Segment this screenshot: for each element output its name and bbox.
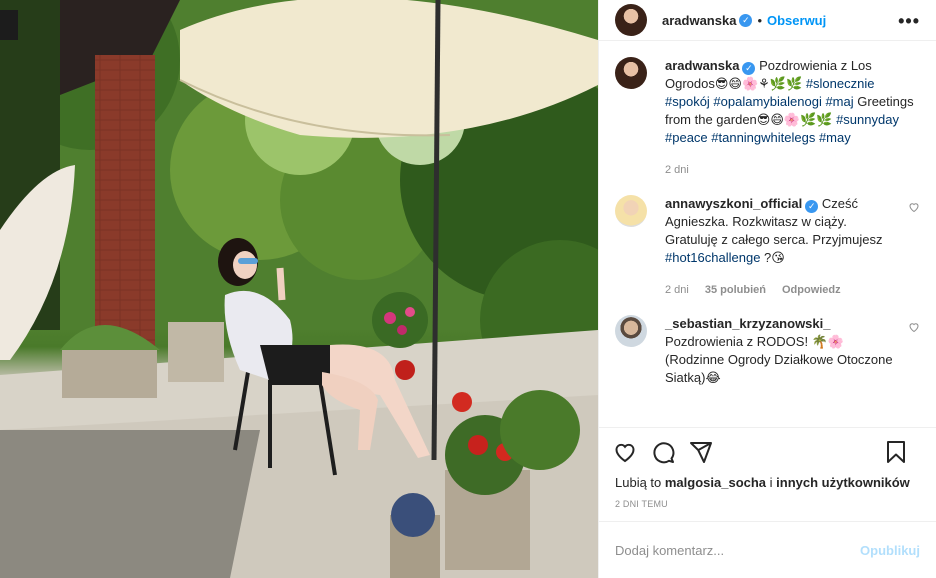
comment-likes[interactable]: 35 polubień <box>705 281 766 299</box>
comment-time[interactable]: 2 dni <box>665 281 689 299</box>
comment-like-heart-icon[interactable] <box>908 321 920 333</box>
post-date[interactable]: 2 DNI TEMU <box>599 499 936 521</box>
publish-button[interactable]: Opublikuj <box>860 543 920 558</box>
caption-username[interactable]: aradwanska <box>665 58 739 73</box>
comment-item: _sebastian_krzyzanowski_ Pozdrowienia z … <box>615 315 920 387</box>
likes-user[interactable]: malgosia_socha <box>665 475 766 490</box>
add-comment-bar: Opublikuj <box>599 521 936 578</box>
comment-hashtag[interactable]: #hot16challenge <box>665 250 760 265</box>
likes-others[interactable]: innych użytkowników <box>776 475 910 490</box>
comments-list[interactable]: aradwanska ✓ Pozdrowienia z Los Ogrodos😎😄… <box>599 41 936 427</box>
follow-button[interactable]: Obserwuj <box>767 13 826 28</box>
share-icon[interactable] <box>689 440 713 464</box>
post-photo[interactable] <box>0 0 598 578</box>
comment-avatar[interactable] <box>615 315 647 347</box>
comment-input[interactable] <box>615 542 861 558</box>
comment-text: Pozdrowienia z RODOS! 🌴🌸 (Rodzinne Ogrod… <box>665 334 893 385</box>
comment-like-heart-icon[interactable] <box>908 201 920 213</box>
likes-prefix: Lubią to <box>615 475 665 490</box>
more-options-icon[interactable]: ••• <box>898 11 920 32</box>
heart-icon[interactable] <box>613 440 637 464</box>
instagram-post: aradwanska ✓ • Obserwuj ••• aradwanska ✓ … <box>0 0 936 578</box>
verified-badge-icon: ✓ <box>805 200 819 213</box>
bookmark-icon[interactable] <box>884 440 908 464</box>
comment-username[interactable]: annawyszkoni_official <box>665 196 802 211</box>
post-header: aradwanska ✓ • Obserwuj ••• <box>599 0 936 41</box>
action-bar <box>599 427 936 475</box>
post-side-panel: aradwanska ✓ • Obserwuj ••• aradwanska ✓ … <box>598 0 936 578</box>
comment-item: annawyszkoni_official ✓ Cześć Agnieszka. … <box>615 195 920 299</box>
caption-avatar[interactable] <box>615 57 647 89</box>
comment-meta: 2 dni 35 polubień Odpowiedz <box>665 281 900 299</box>
caption-meta: 2 dni <box>665 161 920 179</box>
likes-middle: i <box>766 475 777 490</box>
comment-icon[interactable] <box>651 440 675 464</box>
caption: aradwanska ✓ Pozdrowienia z Los Ogrodos😎😄… <box>615 57 920 179</box>
caption-time[interactable]: 2 dni <box>665 161 689 179</box>
comment-username[interactable]: _sebastian_krzyzanowski_ <box>665 316 830 331</box>
verified-badge-icon: ✓ <box>742 62 756 75</box>
garden-photo-illustration <box>0 0 598 578</box>
verified-badge-icon: ✓ <box>739 13 753 27</box>
comment-text-end: ?😘 <box>760 250 785 265</box>
author-username[interactable]: aradwanska <box>662 13 736 28</box>
header-separator: • <box>757 12 762 28</box>
reply-button[interactable]: Odpowiedz <box>782 281 841 299</box>
likes-summary: Lubią to malgosia_socha i innych użytkow… <box>599 475 936 499</box>
author-avatar[interactable] <box>615 4 647 36</box>
comment-avatar[interactable] <box>615 195 647 227</box>
